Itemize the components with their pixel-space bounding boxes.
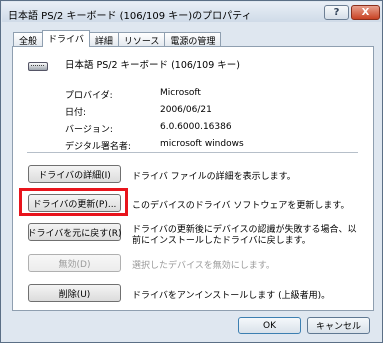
close-button[interactable]: X (351, 5, 380, 20)
tab-resources[interactable]: リソース (117, 32, 166, 47)
ok-button[interactable]: OK (238, 317, 301, 334)
update-driver-description: このデバイスのドライバ ソフトウェアを更新します。 (132, 201, 350, 211)
signer-value: microsoft windows (160, 139, 244, 149)
window-title: 日本語 PS/2 キーボード (106/109 キー)のプロパティ (8, 11, 252, 22)
signer-label: デジタル署名者: (65, 142, 131, 152)
tab-driver[interactable]: ドライバ (42, 30, 90, 47)
help-button[interactable]: ? (324, 5, 349, 20)
driver-details-button[interactable]: ドライバの詳細(I) (28, 165, 121, 183)
date-value: 2006/06/21 (160, 105, 212, 115)
roll-back-driver-description-line2: 前にインストールしたドライバに戻します。 (132, 236, 311, 246)
disable-button[interactable]: 無効(D) (28, 254, 121, 272)
uninstall-button[interactable]: 削除(U) (28, 284, 121, 302)
highlight-box (19, 188, 128, 216)
disable-description: 選択したデバイスを無効にします。 (132, 261, 275, 271)
roll-back-driver-button[interactable]: ドライバを元に戻す(R) (27, 223, 122, 241)
help-icon: ? (333, 7, 340, 18)
provider-label: プロバイダ: (65, 91, 113, 101)
driver-details-description: ドライバ ファイルの詳細を表示します。 (132, 172, 296, 182)
title-bar[interactable]: 日本語 PS/2 キーボード (106/109 キー)のプロパティ ? X (2, 2, 381, 22)
tab-power-management[interactable]: 電源の管理 (164, 32, 222, 47)
provider-value: Microsoft (160, 88, 201, 98)
version-label: バージョン: (65, 125, 113, 135)
version-value: 6.0.6000.16386 (160, 122, 232, 132)
keyboard-icon (28, 62, 48, 71)
date-label: 日付: (65, 108, 87, 118)
tab-general[interactable]: 全般 (13, 32, 44, 47)
tab-strip: 全般 ドライバ 詳細 リソース 電源の管理 (13, 30, 222, 47)
properties-dialog: 日本語 PS/2 キーボード (106/109 キー)のプロパティ ? X 全般… (0, 0, 383, 343)
tab-details[interactable]: 詳細 (88, 32, 119, 47)
uninstall-description: ドライバをアンインストールします (上級者用)。 (132, 291, 331, 301)
close-icon: X (361, 7, 370, 18)
divider (27, 152, 358, 153)
cancel-button[interactable]: キャンセル (307, 317, 370, 334)
device-name: 日本語 PS/2 キーボード (106/109 キー) (65, 60, 240, 71)
